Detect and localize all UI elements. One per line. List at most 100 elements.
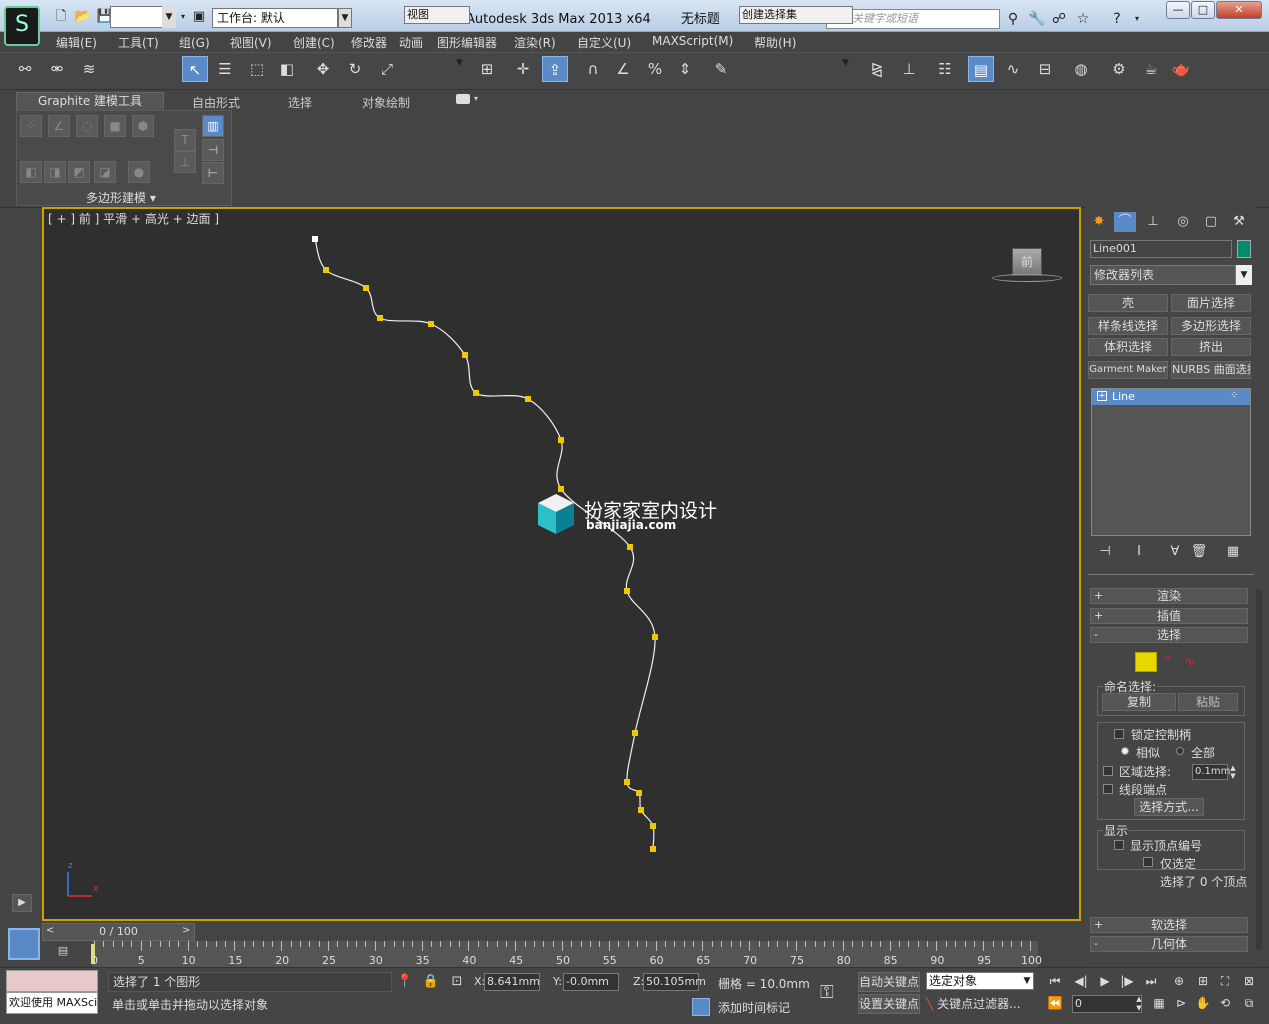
maximize-button[interactable]: □	[1191, 1, 1215, 19]
zoom-all-icon[interactable]: ⊞	[1194, 972, 1212, 990]
schematic-view-icon[interactable]: ⊟	[1032, 56, 1058, 82]
spinner-icon[interactable]: ▲ ▼	[1130, 995, 1148, 1013]
rotate-icon[interactable]: ↻	[342, 56, 368, 82]
collapse-minus-icon[interactable]: -	[1094, 937, 1098, 950]
mini-curve-editor-icon[interactable]: ▤	[52, 944, 74, 962]
favorites-star-icon[interactable]: ☆	[1074, 10, 1092, 28]
menu-views[interactable]: 视图(V)	[230, 34, 272, 51]
chevron-down-icon[interactable]: ▼	[338, 8, 352, 28]
tab-graphite-modeling[interactable]: Graphite 建模工具	[16, 92, 164, 110]
pin-stack-icon[interactable]: ⊣	[1096, 543, 1114, 561]
open-file-icon[interactable]: 📂	[74, 9, 92, 25]
maximize-viewport-icon[interactable]: ⧉	[1240, 994, 1258, 1012]
ribbon-next-modifier-icon[interactable]: ◨	[44, 161, 66, 183]
segment-end-checkbox[interactable]	[1103, 784, 1113, 794]
modifier-list-dropdown[interactable]: 修改器列表	[1090, 265, 1236, 285]
modifier-volume-select-button[interactable]: 体积选择	[1088, 338, 1168, 356]
scale-icon[interactable]: ⤢	[374, 56, 400, 82]
select-object-icon[interactable]: ↖	[182, 56, 208, 82]
command-panel-scrollbar[interactable]	[1256, 590, 1262, 950]
chevron-down-icon[interactable]: ▼	[1236, 265, 1252, 285]
ribbon-quickslice-icon[interactable]: ⊥	[174, 151, 196, 173]
reference-coordinate-dropdown[interactable]: 视图	[404, 6, 470, 24]
collapse-minus-icon[interactable]: -	[1094, 628, 1098, 641]
time-slider[interactable]: 0 / 100	[42, 923, 195, 941]
select-by-name-icon[interactable]: ☰	[212, 56, 238, 82]
go-to-end-icon[interactable]: ⏭	[1142, 972, 1160, 990]
ribbon-show-end-icon[interactable]: ◪	[94, 161, 116, 183]
object-color-swatch[interactable]	[1237, 240, 1251, 258]
ribbon-prev-modifier-icon[interactable]: ◧	[20, 161, 42, 183]
remove-modifier-icon[interactable]: 🗑	[1190, 543, 1208, 561]
workspace-dropdown[interactable]: 工作台: 默认	[212, 8, 338, 28]
orbit-icon[interactable]: ⟲	[1216, 994, 1234, 1012]
mirror-icon[interactable]: ⧎	[864, 56, 890, 82]
segment-level-icon[interactable]: ⌃	[1162, 654, 1174, 670]
modifier-nurbs-surface-select-button[interactable]: NURBS 曲面选择	[1171, 361, 1251, 379]
chevron-down-icon[interactable]: ▼	[1020, 973, 1034, 989]
ribbon-panel-label[interactable]: 多边形建模 ▾	[86, 189, 156, 206]
tab-object-paint[interactable]: 对象绘制	[362, 94, 410, 110]
layer-explorer-icon[interactable]	[8, 928, 40, 960]
all-radio[interactable]	[1176, 747, 1184, 755]
rollout-geometry[interactable]: 几何体	[1090, 936, 1248, 952]
modifier-poly-select-button[interactable]: 多边形选择	[1171, 317, 1251, 335]
play-icon[interactable]: ▶	[1096, 972, 1114, 990]
minimize-button[interactable]: —	[1166, 1, 1190, 19]
key-icon[interactable]: ⚿	[820, 982, 850, 1003]
chevron-down-icon[interactable]: ▼	[456, 58, 463, 68]
ribbon-collapse-icon[interactable]: ●	[128, 161, 150, 183]
x-coordinate-input[interactable]: 8.641mm	[484, 973, 540, 991]
rectangular-selection-icon[interactable]: ⬚	[244, 56, 270, 82]
modify-tab-icon[interactable]: ⌒	[1114, 212, 1136, 232]
percent-snap-icon[interactable]: %	[642, 56, 668, 82]
utilities-tab-icon[interactable]: ⚒	[1228, 212, 1250, 232]
add-time-tag-label[interactable]: 添加时间标记	[718, 999, 790, 1016]
set-key-button[interactable]: 设置关键点	[858, 994, 920, 1014]
lock-handles-checkbox[interactable]	[1114, 729, 1124, 739]
menu-edit[interactable]: 编辑(E)	[56, 34, 97, 51]
named-selection-dropdown[interactable]: 创建选择集	[739, 6, 853, 24]
render-setup-icon[interactable]: ⚙	[1106, 56, 1132, 82]
add-time-tag-icon[interactable]	[692, 998, 710, 1016]
rollout-rendering[interactable]: 渲染	[1090, 588, 1248, 604]
menu-maxscript[interactable]: MAXScript(M)	[652, 34, 733, 48]
ribbon-vertex-icon[interactable]: ⁘	[20, 115, 42, 137]
snaps-toggle-icon[interactable]: ∩	[580, 56, 606, 82]
subscription-icon[interactable]: 🔧	[1028, 10, 1046, 28]
selection-filter-dropdown[interactable]	[110, 6, 166, 28]
modifier-garment-maker-button[interactable]: Garment Maker	[1088, 361, 1168, 379]
material-editor-icon[interactable]: ◍	[1068, 56, 1094, 82]
render-production-icon[interactable]: 🫖	[1168, 56, 1194, 82]
create-tab-icon[interactable]: ✸	[1088, 212, 1110, 232]
ribbon-polygon-icon[interactable]: ■	[104, 115, 126, 137]
communication-icon[interactable]: ☍	[1050, 10, 1068, 28]
expand-plus-icon[interactable]: +	[1094, 918, 1103, 931]
motion-tab-icon[interactable]: ◎	[1172, 212, 1194, 232]
maxscript-mini-listener[interactable]: 欢迎使用 MAXSci	[6, 992, 98, 1014]
selection-lock-icon[interactable]: 🔒	[422, 973, 440, 991]
current-frame-marker[interactable]	[91, 944, 95, 964]
ribbon-edge-icon[interactable]: ∠	[48, 115, 70, 137]
next-frame-arrow-icon[interactable]: >	[182, 925, 190, 936]
expand-plus-icon[interactable]: +	[1094, 589, 1103, 602]
app-logo-icon[interactable]: S	[4, 6, 40, 46]
new-file-icon[interactable]: 🗋	[52, 9, 70, 25]
rollout-selection[interactable]: 选择	[1090, 627, 1248, 643]
copy-button[interactable]: 复制	[1102, 693, 1176, 711]
project-folder-icon[interactable]: ▣	[190, 9, 208, 25]
menu-graph-editors[interactable]: 图形编辑器	[437, 34, 497, 51]
auto-key-button[interactable]: 自动关键点	[858, 972, 920, 992]
ribbon-stack-icon[interactable]: ⊢	[202, 162, 224, 184]
zoom-extents-all-icon[interactable]: ⊠	[1240, 972, 1258, 990]
display-tab-icon[interactable]: ▢	[1200, 212, 1222, 232]
binoculars-icon[interactable]: ⚲	[1004, 10, 1022, 28]
help-dropdown-icon[interactable]: ▾	[1128, 10, 1146, 28]
viewport-expand-icon[interactable]: ▶	[12, 894, 32, 912]
key-mode-dropdown[interactable]: 选定对象	[926, 972, 1034, 990]
prev-frame-arrow-icon[interactable]: <	[46, 925, 54, 936]
menu-customize[interactable]: 自定义(U)	[577, 34, 631, 51]
ribbon-modify-mode-icon[interactable]: ▥	[202, 115, 224, 137]
chevron-down-icon[interactable]: ▾	[474, 94, 478, 103]
move-icon[interactable]: ✥	[310, 56, 336, 82]
